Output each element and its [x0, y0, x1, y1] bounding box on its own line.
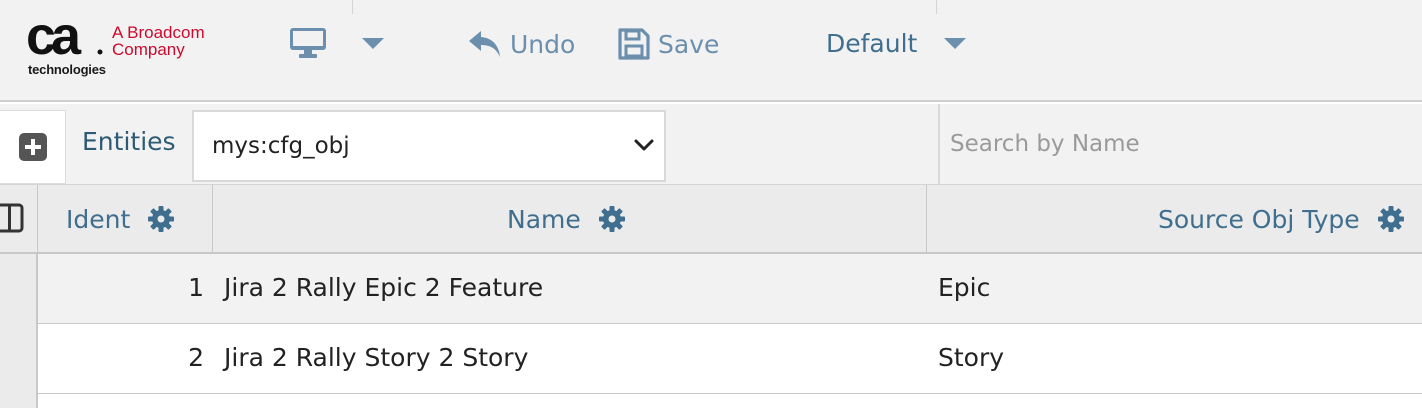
entity-select-value: mys:cfg_obj — [212, 133, 350, 159]
entity-select[interactable]: mys:cfg_obj — [192, 110, 666, 182]
undo-button[interactable]: Undo — [468, 24, 575, 64]
desktop-monitor-icon[interactable] — [290, 28, 326, 58]
gear-icon[interactable] — [598, 206, 625, 232]
column-header-source-obj-type[interactable]: Source Obj Type — [1158, 185, 1404, 253]
grid-header: Ident Name Source Obj Type — [0, 184, 1422, 254]
cell-ident: 2 — [188, 343, 204, 372]
toolbar-divider — [936, 0, 937, 14]
column-header-name-label: Name — [507, 204, 581, 234]
undo-arrow-icon — [469, 31, 500, 57]
cell-source-obj-type: Story — [938, 343, 1005, 372]
cell-name: Jira 2 Rally Epic 2 Feature — [224, 273, 544, 302]
undo-label: Undo — [510, 29, 576, 59]
cell-name: Jira 2 Rally Story 2 Story — [224, 343, 529, 372]
grid-body: 1 Jira 2 Rally Epic 2 Feature Epic 2 Jir… — [0, 254, 1422, 408]
table-row[interactable]: 2 Jira 2 Rally Story 2 Story Story — [38, 324, 1422, 394]
add-entity-button[interactable] — [0, 110, 66, 184]
ca-technologies-logo: ca technologies A Broadcom Company — [26, 14, 236, 80]
column-separator[interactable] — [212, 185, 213, 253]
logo-tagline: A Broadcom Company — [112, 24, 205, 58]
entities-label: Entities — [82, 127, 176, 156]
plus-square-icon — [18, 133, 47, 161]
profile-dropdown-caret-icon[interactable] — [944, 38, 966, 50]
logo-subtitle: technologies — [28, 62, 106, 77]
device-dropdown-caret-icon[interactable] — [362, 38, 384, 50]
column-header-name[interactable]: Name — [507, 185, 625, 253]
column-header-ident-label: Ident — [66, 204, 131, 234]
profile-dropdown[interactable]: Default — [826, 24, 917, 64]
row-gutter — [0, 254, 38, 408]
columns-panel-icon — [0, 203, 24, 233]
save-label: Save — [658, 29, 720, 59]
table-row[interactable]: 1 Jira 2 Rally Epic 2 Feature Epic — [38, 254, 1422, 324]
cell-ident: 1 — [188, 273, 204, 302]
svg-text:ca: ca — [26, 14, 82, 62]
column-separator[interactable] — [926, 185, 927, 253]
toolbar-divider — [352, 0, 353, 14]
column-header-source-obj-type-label: Source Obj Type — [1158, 204, 1360, 234]
column-chooser-button[interactable] — [0, 185, 38, 253]
ca-logo-mark: ca — [26, 14, 103, 62]
entity-bar: Entities mys:cfg_obj — [0, 104, 1422, 186]
column-header-ident[interactable]: Ident — [66, 185, 175, 253]
gear-icon[interactable] — [1377, 206, 1404, 232]
floppy-disk-icon — [618, 28, 650, 60]
logo-tagline-line2: Company — [112, 40, 185, 59]
save-button[interactable]: Save — [618, 24, 719, 64]
top-toolbar: ca technologies A Broadcom Company Undo … — [0, 0, 1422, 102]
chevron-down-icon — [634, 139, 654, 151]
gear-icon[interactable] — [148, 206, 175, 232]
logo-tagline-line1: A Broadcom — [112, 23, 205, 42]
cell-source-obj-type: Epic — [938, 273, 991, 302]
search-by-name-input[interactable] — [938, 104, 1422, 186]
